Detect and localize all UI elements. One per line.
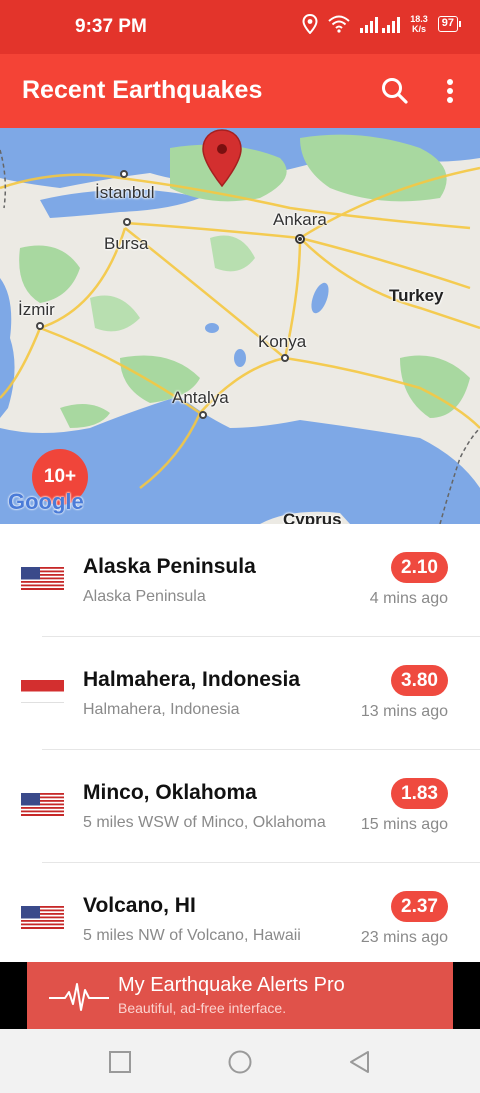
city-label-konya: Konya [258, 332, 307, 351]
banner-subtitle: Beautiful, ad-free interface. [118, 1000, 287, 1016]
magnitude-badge: 1.83 [391, 778, 448, 809]
city-label-bursa: Bursa [104, 234, 149, 253]
country-label-turkey: Turkey [389, 286, 444, 305]
more-vert-icon [447, 79, 453, 103]
earthquake-row[interactable]: Volcano, HI 5 miles NW of Volcano, Hawai… [0, 863, 480, 976]
magnitude-badge: 3.80 [391, 665, 448, 696]
earthquake-row[interactable]: Halmahera, Indonesia Halmahera, Indonesi… [0, 637, 480, 750]
time-ago: 13 mins ago [360, 703, 448, 720]
net-speed-unit: K/s [411, 24, 426, 34]
battery-icon: 97 [437, 16, 462, 32]
banner-title: My Earthquake Alerts Pro [118, 974, 345, 996]
earthquake-title: Alaska Peninsula [83, 555, 256, 578]
map-view[interactable]: İstanbul Bursa İzmir Ankara Konya Antaly… [0, 128, 480, 524]
earthquake-title: Volcano, HI [83, 894, 196, 917]
city-label-izmir: İzmir [18, 300, 55, 319]
city-marker-ankara [295, 234, 305, 244]
earthquake-subtitle: Alaska Peninsula [83, 588, 206, 605]
earthquake-row[interactable]: Minco, Oklahoma 5 miles WSW of Minco, Ok… [0, 750, 480, 863]
country-label-cyprus: Cyprus [283, 510, 342, 524]
pro-upgrade-banner[interactable]: My Earthquake Alerts Pro Beautiful, ad-f… [27, 962, 453, 1029]
google-logo: Google [8, 489, 84, 515]
more-options-button[interactable] [436, 74, 464, 108]
earthquake-subtitle: Halmahera, Indonesia [83, 701, 240, 718]
earthquake-title: Halmahera, Indonesia [83, 668, 301, 691]
city-marker-bursa [123, 218, 131, 226]
wifi-icon [328, 15, 350, 33]
page-title: Recent Earthquakes [22, 76, 263, 104]
us-flag-icon [21, 567, 64, 590]
search-button[interactable] [378, 74, 412, 108]
city-marker-antalya [199, 411, 207, 419]
location-icon [302, 14, 318, 34]
time-ago: 15 mins ago [360, 816, 448, 833]
magnitude-badge: 2.10 [391, 552, 448, 583]
map-marker-pin-icon[interactable] [200, 128, 244, 190]
us-flag-icon [21, 793, 64, 816]
back-icon[interactable] [347, 1049, 373, 1075]
battery-level: 97 [441, 17, 454, 29]
magnitude-badge: 2.37 [391, 891, 448, 922]
time-ago: 23 mins ago [360, 929, 448, 946]
earthquake-title: Minco, Oklahoma [83, 781, 257, 804]
net-speed-value: 18.3 [410, 14, 428, 24]
city-marker-konya [281, 354, 289, 362]
heartbeat-icon [49, 983, 109, 1011]
net-speed: 18.3 K/s [410, 14, 428, 34]
search-icon [382, 78, 408, 104]
system-nav-bar [0, 1029, 480, 1093]
city-marker-izmir [36, 322, 44, 330]
us-flag-icon [21, 906, 64, 929]
city-label-ankara: Ankara [273, 210, 327, 229]
indonesia-flag-icon [21, 680, 64, 703]
earthquake-subtitle: 5 miles WSW of Minco, Oklahoma [83, 814, 326, 831]
time-ago: 4 mins ago [369, 590, 448, 607]
city-marker-istanbul [120, 170, 128, 178]
status-icons: 18.3 K/s 97 [302, 14, 462, 34]
signal-icon [360, 17, 401, 33]
status-bar: 9:37 PM 18.3 K/s 97 [0, 0, 480, 54]
city-label-antalya: Antalya [172, 388, 229, 407]
earthquake-list: Alaska Peninsula Alaska Peninsula 2.10 4… [0, 524, 480, 976]
city-label-istanbul: İstanbul [95, 183, 155, 202]
status-time: 9:37 PM [75, 16, 147, 37]
google-attribution: Google [8, 489, 84, 514]
earthquake-subtitle: 5 miles NW of Volcano, Hawaii [83, 927, 301, 944]
earthquake-row[interactable]: Alaska Peninsula Alaska Peninsula 2.10 4… [0, 524, 480, 637]
app-bar: Recent Earthquakes [0, 54, 480, 128]
home-icon[interactable] [227, 1049, 253, 1075]
recents-icon[interactable] [107, 1049, 133, 1075]
